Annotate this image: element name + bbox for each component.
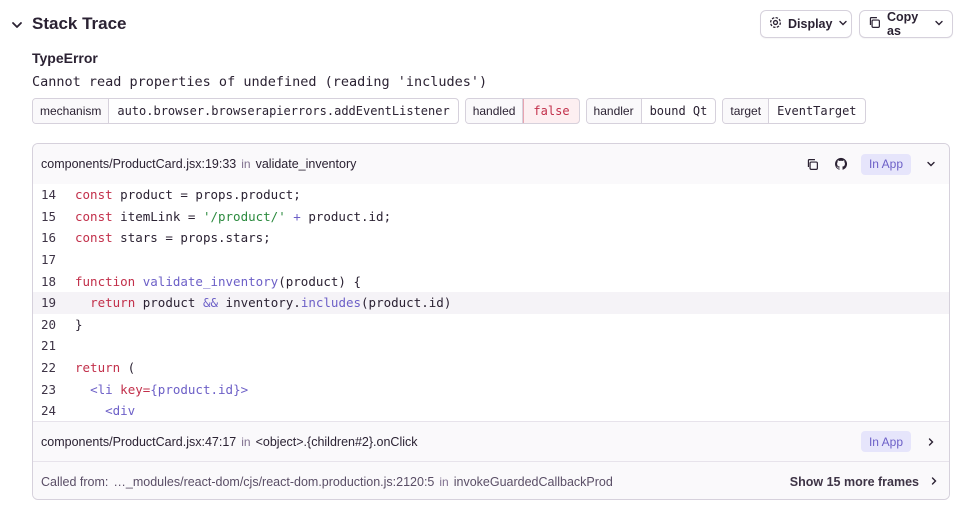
line-number: 14: [41, 187, 57, 203]
code-line: 17: [33, 249, 949, 271]
code-line: 15 const itemLink = '/product/' + produc…: [33, 206, 949, 228]
line-number: 16: [41, 230, 57, 246]
tag-key: handler: [586, 99, 642, 123]
display-label: Display: [788, 17, 833, 31]
line-number: 20: [41, 316, 57, 332]
line-number: 21: [41, 338, 57, 354]
display-button[interactable]: Display: [760, 10, 852, 38]
show-more-label: Show 15 more frames: [789, 474, 919, 489]
frame-actions: In App: [860, 422, 939, 461]
line-number: 24: [41, 403, 57, 419]
copy-icon[interactable]: [805, 156, 821, 172]
called-from-path: …_modules/react-dom/cjs/react-dom.produc…: [113, 474, 435, 489]
frame-function: validate_inventory: [255, 157, 357, 171]
line-number: 23: [41, 381, 57, 397]
chevron-down-icon[interactable]: [10, 18, 24, 32]
frame-in-label: in: [241, 434, 251, 449]
copy-as-button[interactable]: Copy as: [859, 10, 953, 38]
github-icon[interactable]: [833, 156, 849, 172]
gear-icon: [769, 16, 782, 32]
frame-filename: components/ProductCard.jsx:47:17: [41, 434, 237, 449]
chevron-down-icon: [934, 17, 944, 31]
code-line: 20 }: [33, 314, 949, 336]
mechanism-tags: mechanism auto.browser.browserapierrors.…: [32, 98, 866, 124]
line-source: return product && inventory.includes(pro…: [90, 295, 452, 311]
frame-actions: In App: [805, 144, 939, 184]
line-source: const itemLink = '/product/' + product.i…: [75, 208, 392, 224]
frame-in-label: in: [241, 157, 251, 171]
frame-header[interactable]: components/ProductCard.jsx:47:17 in <obj…: [33, 421, 949, 462]
exception-type: TypeError: [32, 50, 98, 66]
code-line: 21: [33, 335, 949, 357]
called-from-row: Called from: …_modules/react-dom/cjs/rea…: [33, 462, 949, 499]
called-from-label: Called from:: [41, 474, 109, 489]
section-title: Stack Trace: [32, 14, 127, 33]
frames-panel: components/ProductCard.jsx:19:33 in vali…: [32, 143, 950, 500]
line-number: 18: [41, 273, 57, 289]
code-context: 14 const product = props.product; 15 con…: [33, 184, 949, 421]
code-line: 18 function validate_inventory(product) …: [33, 270, 949, 292]
chevron-down-icon[interactable]: [923, 156, 939, 172]
tag-key: target: [723, 99, 770, 123]
tag-value: EventTarget: [777, 104, 857, 118]
frame-in-label: in: [439, 474, 449, 489]
code-line: 22 return (: [33, 357, 949, 379]
show-more-frames-button[interactable]: Show 15 more frames: [789, 462, 939, 499]
tag-key: mechanism: [33, 99, 110, 123]
called-from-function: invokeGuardedCallbackProd: [453, 474, 613, 489]
line-source: <li key={product.id}>: [90, 381, 249, 397]
code-line: 16 const stars = props.stars;: [33, 227, 949, 249]
code-line-active: 19 return product && inventory.includes(…: [33, 292, 949, 314]
chevron-right-icon[interactable]: [923, 434, 939, 450]
frame-function: <object>.{children#2}.onClick: [255, 434, 418, 449]
line-source: return (: [75, 360, 136, 376]
line-number: 19: [41, 295, 57, 311]
tag-mechanism: mechanism auto.browser.browserapierrors.…: [32, 98, 459, 124]
line-source: const product = props.product;: [75, 187, 301, 203]
exception-value: Cannot read properties of undefined (rea…: [32, 74, 488, 90]
code-line: 23 <li key={product.id}>: [33, 378, 949, 400]
chevron-right-icon: [929, 475, 939, 489]
copy-as-label: Copy as: [887, 10, 919, 38]
line-number: 17: [41, 252, 57, 268]
tag-handler: handler bound Qt: [585, 98, 717, 124]
frame-filename: components/ProductCard.jsx:19:33: [41, 157, 237, 171]
line-number: 15: [41, 208, 57, 224]
tag-value: auto.browser.browserapierrors.addEventLi…: [117, 104, 450, 118]
copy-icon: [868, 16, 881, 32]
in-app-badge: In App: [860, 153, 911, 175]
stack-trace-header: Stack Trace Display Copy as: [8, 10, 958, 40]
tag-value: bound Qt: [649, 104, 708, 118]
tag-key: handled: [465, 99, 524, 123]
tag-handled: handled false: [464, 98, 580, 124]
chevron-down-icon: [838, 17, 848, 31]
line-source: <div: [105, 403, 136, 419]
frame-header[interactable]: components/ProductCard.jsx:19:33 in vali…: [33, 144, 949, 184]
tag-target: target EventTarget: [722, 98, 866, 124]
tag-value: false: [523, 99, 579, 123]
code-line: 24 <div: [33, 400, 949, 422]
line-source: const stars = props.stars;: [75, 230, 271, 246]
in-app-badge: In App: [860, 431, 911, 452]
code-line: 14 const product = props.product;: [33, 184, 949, 206]
line-number: 22: [41, 360, 57, 376]
line-source: function validate_inventory(product) {: [75, 273, 362, 289]
line-source: }: [75, 316, 83, 332]
